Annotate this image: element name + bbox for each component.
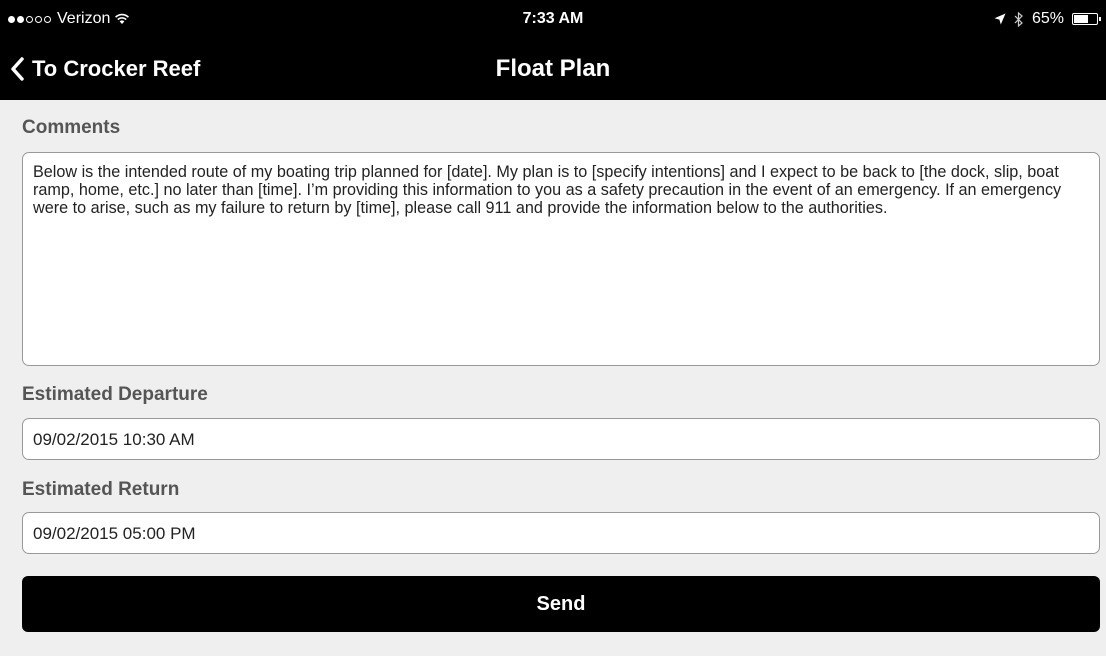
comments-textarea[interactable]: Below is the intended route of my boatin…	[22, 152, 1100, 366]
return-field[interactable]: 09/02/2015 05:00 PM	[22, 512, 1100, 554]
departure-field[interactable]: 09/02/2015 10:30 AM	[22, 418, 1100, 460]
return-label: Estimated Return	[22, 479, 180, 500]
status-bar: Verizon 7:33 AM 65%	[0, 0, 1106, 40]
navigation-bar: To Crocker Reef Float Plan	[0, 40, 1106, 100]
back-button[interactable]: To Crocker Reef	[10, 56, 200, 82]
status-time: 7:33 AM	[522, 10, 584, 27]
send-button[interactable]: Send	[22, 576, 1100, 632]
chevron-left-icon	[11, 57, 24, 81]
location-arrow-icon	[994, 13, 1006, 25]
battery-percent: 65%	[1031, 10, 1064, 27]
comments-label: Comments	[22, 117, 121, 138]
back-button-label: To Crocker Reef	[32, 56, 201, 81]
bluetooth-icon	[1014, 11, 1023, 27]
battery-icon	[1072, 13, 1101, 25]
status-right: 65%	[994, 10, 1101, 28]
departure-label: Estimated Departure	[22, 384, 208, 405]
